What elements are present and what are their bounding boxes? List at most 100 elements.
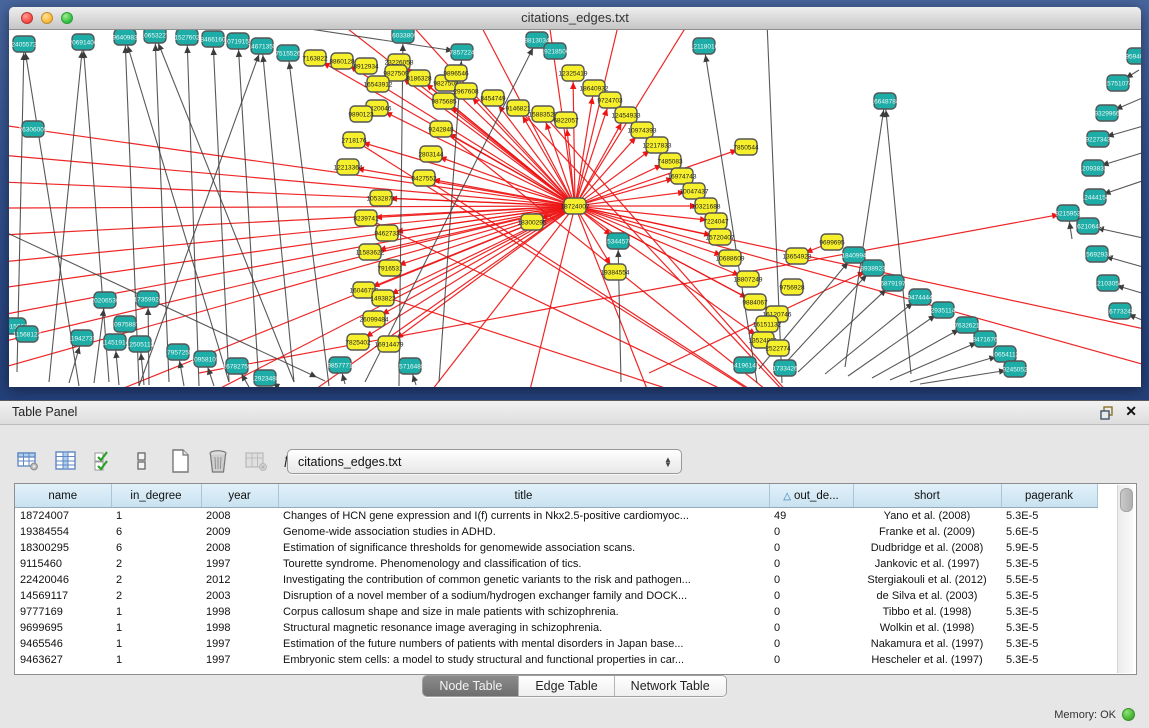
table-cell[interactable]: 1997 bbox=[201, 652, 278, 668]
tab-node-table[interactable]: Node Table bbox=[423, 676, 519, 696]
table-cell[interactable]: 6 bbox=[111, 540, 201, 556]
table-cell[interactable]: 0 bbox=[769, 588, 853, 604]
column-header[interactable]: year bbox=[201, 484, 278, 508]
graph-edge[interactable] bbox=[618, 241, 621, 382]
table-cell[interactable]: 1 bbox=[111, 636, 201, 652]
table-cell[interactable]: Disruption of a novel member of a sodium… bbox=[278, 588, 769, 604]
table-row[interactable]: 1872400712008Changes of HCN gene express… bbox=[15, 508, 1097, 525]
close-panel-icon[interactable]: ✕ bbox=[1125, 403, 1137, 420]
table-row[interactable]: 946362711997Embryonic stem cells: a mode… bbox=[15, 652, 1097, 668]
network-window-titlebar[interactable]: citations_edges.txt bbox=[9, 7, 1141, 30]
table-selector-dropdown[interactable]: citations_edges.txt ▲▼ bbox=[287, 449, 682, 474]
graph-edge[interactable] bbox=[155, 35, 169, 382]
table-cell[interactable]: Estimation of significance thresholds fo… bbox=[278, 540, 769, 556]
table-cell[interactable]: 49 bbox=[769, 508, 853, 525]
table-cell[interactable]: Corpus callosum shape and size in male p… bbox=[278, 604, 769, 620]
table-row[interactable]: 946554611997Estimation of the future num… bbox=[15, 636, 1097, 652]
table-cell[interactable]: 1 bbox=[111, 652, 201, 668]
table-cell[interactable]: 2012 bbox=[201, 572, 278, 588]
citation-network-graph[interactable]: 1872400771638228860128891293423226058982… bbox=[9, 30, 1141, 387]
table-cell[interactable]: 1 bbox=[111, 620, 201, 636]
table-cell[interactable]: 1997 bbox=[201, 556, 278, 572]
table-cell[interactable]: 0 bbox=[769, 652, 853, 668]
table-cell[interactable]: 14569117 bbox=[15, 588, 111, 604]
table-row[interactable]: 2242004622012Investigating the contribut… bbox=[15, 572, 1097, 588]
table-cell[interactable]: 0 bbox=[769, 540, 853, 556]
table-cell[interactable]: 9465546 bbox=[15, 636, 111, 652]
graph-edge[interactable] bbox=[575, 206, 1141, 366]
graph-edge[interactable] bbox=[845, 101, 885, 367]
tab-edge-table[interactable]: Edge Table bbox=[519, 676, 614, 696]
table-cell[interactable]: 22420046 bbox=[15, 572, 111, 588]
rows-icon[interactable] bbox=[128, 447, 156, 475]
graph-edge[interactable] bbox=[288, 53, 329, 386]
table-cell[interactable]: Nakamura et al. (1997) bbox=[853, 636, 1001, 652]
graph-edge[interactable] bbox=[155, 35, 294, 382]
table-cell[interactable]: 1997 bbox=[201, 636, 278, 652]
table-cell[interactable]: Structural magnetic resonance image aver… bbox=[278, 620, 769, 636]
column-header[interactable]: △out_de... bbox=[769, 484, 853, 508]
table-cell[interactable]: 2 bbox=[111, 556, 201, 572]
table-cell[interactable]: Wolkin et al. (1998) bbox=[853, 620, 1001, 636]
column-header[interactable]: in_degree bbox=[111, 484, 201, 508]
table-cell[interactable]: 5.9E-5 bbox=[1001, 540, 1097, 556]
table-cell[interactable]: de Silva et al. (2003) bbox=[853, 588, 1001, 604]
table-cell[interactable]: 5.6E-5 bbox=[1001, 524, 1097, 540]
table-row[interactable]: 1938455462009Genome-wide association stu… bbox=[15, 524, 1097, 540]
table-cell[interactable]: 0 bbox=[769, 524, 853, 540]
table-cell[interactable]: Tourette syndrome. Phenomenology and cla… bbox=[278, 556, 769, 572]
table-settings-icon[interactable] bbox=[14, 447, 42, 475]
table-cell[interactable]: Hescheler et al. (1997) bbox=[853, 652, 1001, 668]
table-cell[interactable]: Jankovic et al. (1997) bbox=[853, 556, 1001, 572]
table-cell[interactable]: 2008 bbox=[201, 540, 278, 556]
table-cell[interactable]: 9777169 bbox=[15, 604, 111, 620]
tab-network-table[interactable]: Network Table bbox=[615, 676, 726, 696]
table-cell[interactable]: 0 bbox=[769, 620, 853, 636]
table-cell[interactable]: Embryonic stem cells: a model to study s… bbox=[278, 652, 769, 668]
table-cell[interactable]: 0 bbox=[769, 572, 853, 588]
table-row[interactable]: 1830029562008Estimation of significance … bbox=[15, 540, 1097, 556]
table-cell[interactable]: 2009 bbox=[201, 524, 278, 540]
graph-edge[interactable] bbox=[9, 206, 575, 208]
table-cell[interactable]: 9699695 bbox=[15, 620, 111, 636]
table-cell[interactable]: Stergiakouli et al. (2012) bbox=[853, 572, 1001, 588]
table-cell[interactable]: 5.3E-5 bbox=[1001, 620, 1097, 636]
scrollbar-thumb[interactable] bbox=[1120, 488, 1133, 512]
table-cell[interactable]: 2 bbox=[111, 572, 201, 588]
graph-edge[interactable] bbox=[872, 325, 967, 378]
column-header[interactable]: short bbox=[853, 484, 1001, 508]
graph-edge[interactable] bbox=[125, 37, 139, 386]
table-cell[interactable]: 1998 bbox=[201, 604, 278, 620]
table-cell[interactable]: 6 bbox=[111, 524, 201, 540]
table-cell[interactable]: 2008 bbox=[201, 508, 278, 525]
graph-edge[interactable] bbox=[885, 101, 911, 374]
table-cell[interactable]: 1998 bbox=[201, 620, 278, 636]
graph-edge[interactable] bbox=[187, 37, 199, 386]
table-cell[interactable]: 19384554 bbox=[15, 524, 111, 540]
table-cell[interactable]: 0 bbox=[769, 604, 853, 620]
graph-edge[interactable] bbox=[262, 46, 294, 382]
new-table-icon[interactable] bbox=[166, 447, 194, 475]
table-cell[interactable]: 9463627 bbox=[15, 652, 111, 668]
table-cell[interactable]: 0 bbox=[769, 636, 853, 652]
table-row[interactable]: 911546021997Tourette syndrome. Phenomeno… bbox=[15, 556, 1097, 572]
table-cell[interactable]: 5.3E-5 bbox=[1001, 636, 1097, 652]
table-cell[interactable]: Genome-wide association studies in ADHD. bbox=[278, 524, 769, 540]
table-cell[interactable]: 5.3E-5 bbox=[1001, 652, 1097, 668]
table-row[interactable]: 1456911722003Disruption of a novel membe… bbox=[15, 588, 1097, 604]
table-cell[interactable]: 1 bbox=[111, 508, 201, 525]
table-cell[interactable]: Dudbridge et al. (2008) bbox=[853, 540, 1001, 556]
select-rows-icon[interactable] bbox=[90, 447, 118, 475]
float-panel-icon[interactable] bbox=[1099, 405, 1115, 421]
table-cell[interactable]: 1 bbox=[111, 604, 201, 620]
graph-edge[interactable] bbox=[238, 41, 259, 386]
graph-edge[interactable] bbox=[575, 206, 1141, 330]
network-canvas[interactable]: 1872400771638228860128891293423226058982… bbox=[9, 30, 1141, 387]
table-cell[interactable]: Tibbo et al. (1998) bbox=[853, 604, 1001, 620]
table-cell[interactable]: Franke et al. (2009) bbox=[853, 524, 1001, 540]
table-cell[interactable]: 9115460 bbox=[15, 556, 111, 572]
network-window[interactable]: citations_edges.txt 18724007716382288601… bbox=[9, 7, 1141, 386]
table-cell[interactable]: 5.3E-5 bbox=[1001, 556, 1097, 572]
table-cell[interactable]: 0 bbox=[769, 556, 853, 572]
table-cell[interactable]: 5.3E-5 bbox=[1001, 588, 1097, 604]
